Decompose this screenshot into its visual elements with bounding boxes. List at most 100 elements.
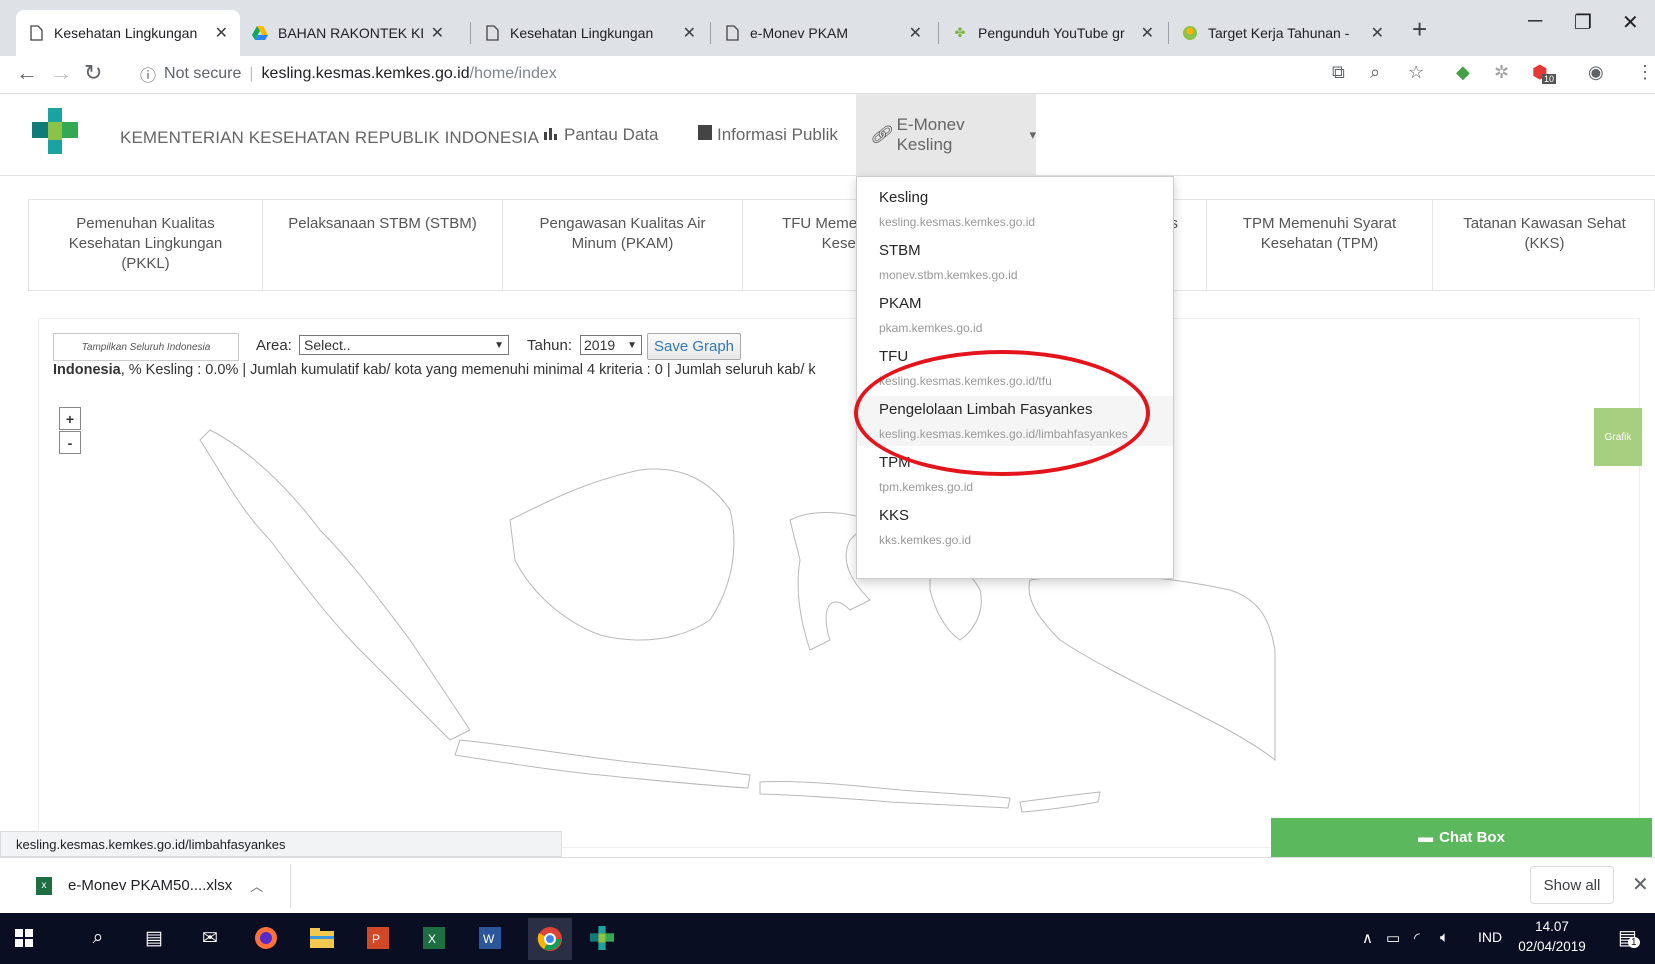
mail-icon[interactable]: ✉: [196, 924, 224, 952]
close-icon[interactable]: ✕: [1141, 23, 1154, 43]
year-label: Tahun:: [527, 337, 573, 354]
firefox-icon[interactable]: [252, 924, 280, 952]
dropdown-item-kks[interactable]: KKS kks.kemkes.go.id: [857, 507, 1173, 547]
bookmark-star-icon[interactable]: ☆: [1408, 62, 1424, 83]
show-all-downloads-button[interactable]: Show all: [1530, 866, 1614, 904]
battery-icon[interactable]: ▭: [1386, 929, 1400, 947]
restore-icon[interactable]: ❐: [1574, 10, 1592, 35]
profile-avatar[interactable]: ◉: [1588, 62, 1604, 83]
tab-title: BAHAN RAKONTEK KES: [278, 25, 423, 41]
category-pkam[interactable]: Pengawasan Kualitas Air Minum (PKAM): [503, 200, 743, 290]
url-host: kesling.kesmas.kemkes.go.id: [261, 65, 470, 82]
windows-start-icon[interactable]: [10, 924, 38, 952]
close-icon[interactable]: ✕: [431, 23, 444, 43]
wifi-icon[interactable]: ◜: [1414, 929, 1420, 947]
close-icon[interactable]: ✕: [683, 23, 696, 43]
dropdown-item-pkam[interactable]: PKAM pkam.kemkes.go.id: [857, 295, 1173, 335]
search-icon[interactable]: ⌕: [84, 924, 112, 952]
bar-chart-icon: [544, 125, 559, 145]
grafik-tab[interactable]: Grafik: [1594, 408, 1642, 466]
book-icon: [698, 125, 712, 145]
year-select[interactable]: 2019 ▼: [580, 335, 642, 355]
nav-emonev-kesling[interactable]: 🔗︎ E-Monev Kesling ▾: [856, 94, 1036, 176]
map-island-sumatra: [199, 429, 471, 741]
browser-tab[interactable]: BAHAN RAKONTEK KES ✕: [240, 10, 456, 56]
chevron-up-icon[interactable]: ︿: [250, 876, 263, 895]
address-bar[interactable]: ⓘ Not secure | kesling.kesmas.kemkes.go.…: [140, 60, 557, 88]
language-indicator[interactable]: IND: [1478, 929, 1502, 945]
tab-separator: [710, 22, 711, 44]
year-select-value: 2019: [584, 337, 616, 353]
category-tpm[interactable]: TPM Memenuhi Syarat Kesehatan (TPM): [1207, 200, 1433, 290]
dropdown-arrow-icon: ▼: [627, 339, 637, 351]
chevron-up-icon[interactable]: ∧: [1362, 929, 1373, 947]
volume-icon[interactable]: 🔈︎: [1440, 929, 1449, 946]
excel-icon[interactable]: X: [420, 924, 448, 952]
kemenkes-logo[interactable]: [32, 108, 78, 154]
powerpoint-icon[interactable]: P: [364, 924, 392, 952]
site-title[interactable]: KEMENTERIAN KESEHATAN REPUBLIK INDONESIA: [120, 128, 539, 148]
kemenkes-app-icon[interactable]: [588, 924, 616, 952]
chrome-icon[interactable]: [528, 918, 572, 960]
extension-icon[interactable]: ◆: [1456, 62, 1470, 83]
save-graph-button[interactable]: Save Graph: [647, 333, 741, 360]
omnibox-divider: |: [249, 65, 254, 82]
category-stbm[interactable]: Pelaksanaan STBM (STBM): [263, 200, 503, 290]
link-icon: 🔗︎: [870, 125, 892, 144]
nav-label: Pantau Data: [564, 125, 659, 144]
tab-title: Target Kerja Tahunan -: [1208, 25, 1350, 41]
dropdown-item-url: kesling.kesmas.kemkes.go.id: [879, 215, 1036, 229]
tab-title: Kesehatan Lingkungan: [54, 25, 198, 41]
info-icon[interactable]: ⓘ: [140, 62, 156, 86]
google-drive-icon: [252, 25, 268, 41]
browser-tab-active[interactable]: Kesehatan Lingkungan ✕: [16, 10, 240, 56]
dropdown-item-url: tpm.kemkes.go.id: [879, 480, 974, 494]
browser-tab[interactable]: Kesehatan Lingkungan ✕: [472, 10, 708, 56]
download-file-name: e-Monev PKAM50....xlsx: [68, 877, 233, 894]
browser-tab[interactable]: Target Kerja Tahunan - ✕: [1170, 10, 1396, 56]
close-icon[interactable]: ✕: [1632, 872, 1649, 897]
dropdown-item-url: pkam.kemkes.go.id: [879, 321, 983, 335]
download-item[interactable]: x e-Monev PKAM50....xlsx ︿: [36, 876, 263, 895]
word-icon[interactable]: W: [476, 924, 504, 952]
category-pkkl[interactable]: Pemenuhan Kualitas Kesehatan Lingkungan …: [29, 200, 263, 290]
category-kks[interactable]: Tatanan Kawasan Sehat (KKS): [1433, 200, 1655, 290]
dropdown-item-kesling[interactable]: Kesling kesling.kesmas.kemkes.go.id: [857, 189, 1173, 229]
new-tab-button[interactable]: +: [1412, 14, 1427, 45]
summary-text: , % Kesling : 0.0% | Jumlah kumulatif ka…: [120, 362, 816, 378]
extension-icon[interactable]: ✲: [1494, 62, 1509, 83]
task-view-icon[interactable]: ▤: [140, 924, 168, 952]
close-icon[interactable]: ✕: [215, 23, 228, 43]
browser-tab[interactable]: ✤ Pengunduh YouTube gr ✕: [940, 10, 1166, 56]
notification-icon[interactable]: ▤ 1: [1618, 925, 1640, 950]
dropdown-item-title: STBM: [879, 242, 921, 259]
show-all-indonesia-button[interactable]: Tampilkan Seluruh Indonesia: [53, 333, 239, 361]
dropdown-item-stbm[interactable]: STBM monev.stbm.kemkes.go.id: [857, 242, 1173, 282]
nav-pantau-data[interactable]: Pantau Data: [530, 94, 673, 176]
zoom-in-button[interactable]: +: [59, 407, 81, 430]
system-clock[interactable]: 14.07 02/04/2019: [1518, 917, 1586, 957]
zoom-out-button[interactable]: -: [59, 431, 81, 454]
back-icon[interactable]: ←: [16, 60, 38, 86]
extension-badge-icon[interactable]: ⬢ 10: [1532, 62, 1557, 84]
forward-icon[interactable]: →: [50, 60, 72, 86]
file-explorer-icon[interactable]: [308, 924, 336, 952]
map-island-papua: [1028, 574, 1276, 762]
dropdown-item-title: KKS: [879, 507, 910, 524]
zoom-icon[interactable]: ⌕: [1370, 62, 1380, 83]
minimize-icon[interactable]: ─: [1528, 10, 1542, 33]
close-icon[interactable]: ✕: [909, 23, 922, 43]
translate-icon[interactable]: ⧉: [1332, 62, 1345, 83]
highlight-annotation-ellipse: [854, 350, 1150, 476]
nav-informasi-publik[interactable]: Informasi Publik: [684, 94, 852, 176]
close-icon[interactable]: ✕: [1371, 23, 1384, 43]
browser-tab[interactable]: e-Monev PKAM ✕: [712, 10, 934, 56]
page-icon: [724, 25, 740, 41]
tab-separator: [470, 22, 471, 44]
chat-box-button[interactable]: ▬ Chat Box: [1271, 818, 1652, 857]
summary-region: Indonesia: [53, 362, 121, 378]
close-window-icon[interactable]: ✕: [1622, 10, 1639, 35]
menu-icon[interactable]: ⋮: [1636, 62, 1654, 83]
area-select[interactable]: Select.. ▼: [299, 335, 509, 355]
reload-icon[interactable]: ↻: [84, 60, 102, 86]
